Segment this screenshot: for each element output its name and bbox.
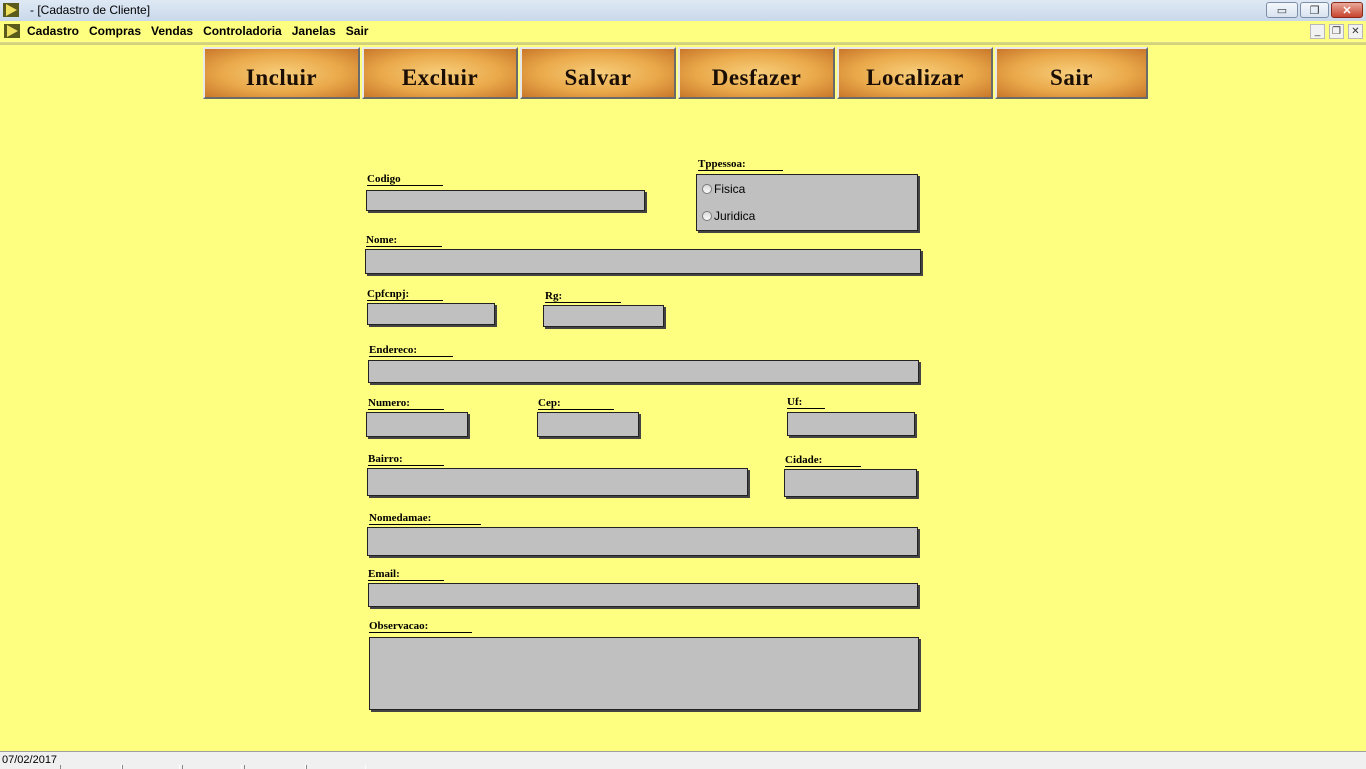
minimize-button[interactable]: ▭ bbox=[1266, 2, 1298, 18]
menu-sair[interactable]: Sair bbox=[346, 24, 369, 38]
codigo-field[interactable] bbox=[366, 190, 645, 211]
fisica-label: Fisica bbox=[714, 182, 746, 196]
tppessoa-label: Tppessoa: bbox=[698, 158, 783, 171]
mdi-close-button[interactable]: ✕ bbox=[1348, 24, 1363, 39]
mdi-restore-button[interactable]: ❐ bbox=[1329, 24, 1344, 39]
status-pane bbox=[182, 765, 242, 769]
status-date: 07/02/2017 bbox=[2, 754, 58, 766]
menu-cadastro[interactable]: Cadastro bbox=[27, 24, 79, 38]
window-title: - [Cadastro de Cliente] bbox=[30, 3, 151, 17]
cpfcnpj-label: Cpfcnpj: bbox=[367, 288, 443, 301]
cep-label: Cep: bbox=[538, 397, 614, 410]
endereco-label: Endereco: bbox=[369, 344, 453, 357]
endereco-field[interactable] bbox=[368, 360, 919, 383]
app-icon bbox=[3, 3, 19, 17]
uf-label: Uf: bbox=[787, 396, 825, 409]
observacao-label: Observacao: bbox=[369, 620, 472, 633]
nomedamae-field[interactable] bbox=[367, 527, 918, 556]
rg-field[interactable] bbox=[543, 305, 664, 327]
codigo-label: Codigo bbox=[367, 173, 443, 186]
nomedamae-label: Nomedamae: bbox=[369, 512, 481, 525]
juridica-radio-icon[interactable] bbox=[702, 211, 712, 221]
nome-field[interactable] bbox=[365, 249, 921, 274]
status-bar: 07/02/2017 bbox=[0, 751, 1366, 769]
observacao-textarea[interactable] bbox=[369, 637, 919, 710]
numero-field[interactable] bbox=[366, 412, 468, 437]
mdi-child-icon[interactable] bbox=[4, 24, 20, 38]
incluir-button[interactable]: Incluir bbox=[203, 47, 360, 99]
menu-controladoria[interactable]: Controladoria bbox=[203, 24, 282, 38]
menu-bar: Cadastro Compras Vendas Controladoria Ja… bbox=[0, 21, 1366, 43]
juridica-label: Juridica bbox=[714, 209, 756, 223]
cpfcnpj-field[interactable] bbox=[367, 303, 495, 325]
cidade-label: Cidade: bbox=[785, 454, 861, 467]
localizar-button[interactable]: Localizar bbox=[837, 47, 993, 99]
menu-items: Cadastro Compras Vendas Controladoria Ja… bbox=[27, 24, 368, 38]
desfazer-button[interactable]: Desfazer bbox=[678, 47, 835, 99]
bairro-label: Bairro: bbox=[368, 453, 444, 466]
numero-label: Numero: bbox=[368, 397, 444, 410]
email-field[interactable] bbox=[368, 583, 918, 607]
juridica-radio[interactable]: Juridica bbox=[702, 209, 755, 223]
status-pane bbox=[244, 765, 306, 769]
fisica-radio-icon[interactable] bbox=[702, 184, 712, 194]
restore-button[interactable]: ❐ bbox=[1300, 2, 1329, 18]
menu-compras[interactable]: Compras bbox=[89, 24, 141, 38]
menu-separator bbox=[0, 43, 1366, 45]
menu-janelas[interactable]: Janelas bbox=[292, 24, 336, 38]
tppessoa-radio-group: Fisica Juridica bbox=[696, 174, 918, 231]
email-label: Email: bbox=[368, 568, 444, 581]
status-pane bbox=[122, 765, 180, 769]
menu-vendas[interactable]: Vendas bbox=[151, 24, 193, 38]
cep-field[interactable] bbox=[537, 412, 639, 437]
excluir-button[interactable]: Excluir bbox=[362, 47, 518, 99]
sair-button[interactable]: Sair bbox=[995, 47, 1148, 99]
rg-label: Rg: bbox=[545, 290, 621, 303]
nome-label: Nome: bbox=[366, 234, 442, 247]
cidade-field[interactable] bbox=[784, 469, 917, 497]
status-pane bbox=[306, 765, 366, 769]
salvar-button[interactable]: Salvar bbox=[520, 47, 676, 99]
status-pane bbox=[60, 765, 122, 769]
close-button[interactable]: ✕ bbox=[1331, 2, 1363, 18]
fisica-radio[interactable]: Fisica bbox=[702, 182, 745, 196]
uf-field[interactable] bbox=[787, 412, 915, 436]
bairro-field[interactable] bbox=[367, 468, 748, 496]
mdi-minimize-button[interactable]: _ bbox=[1310, 24, 1325, 39]
title-bar: - [Cadastro de Cliente] ▭ ❐ ✕ bbox=[0, 0, 1366, 22]
